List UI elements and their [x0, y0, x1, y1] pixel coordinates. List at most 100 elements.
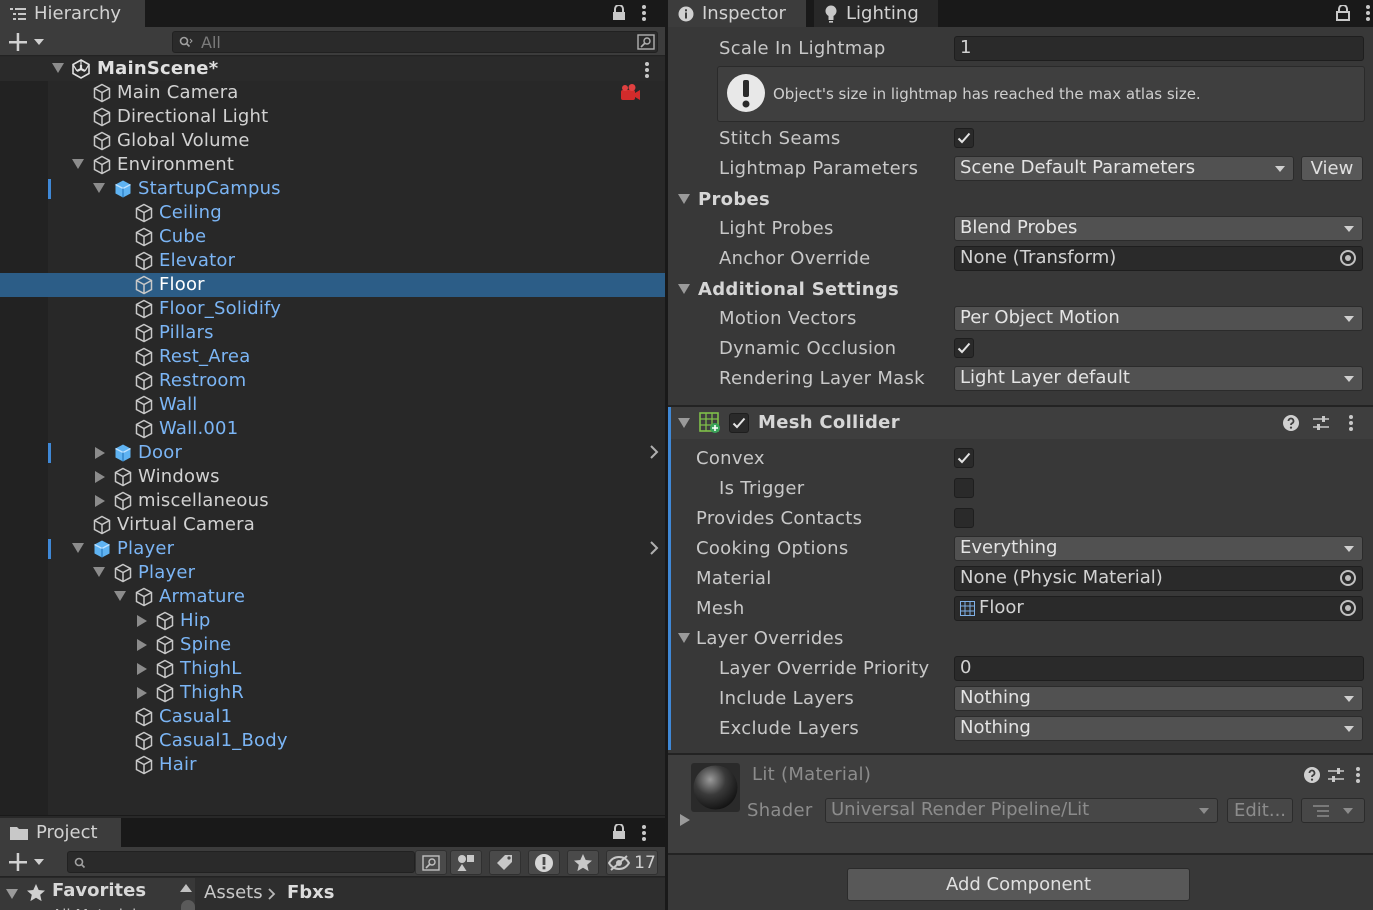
mesh-collider-enabled-checkbox[interactable]	[729, 413, 749, 433]
kebab-menu-icon[interactable]	[641, 824, 647, 842]
additional-settings-header[interactable]: Additional Settings	[698, 279, 899, 301]
layer-override-priority-field[interactable]: 0	[954, 656, 1364, 681]
breadcrumb-assets[interactable]: Assets	[204, 882, 263, 903]
hierarchy-item[interactable]: Environment	[0, 153, 665, 177]
hierarchy-item[interactable]: Hip	[0, 609, 665, 633]
scrollbar-thumb[interactable]	[181, 900, 195, 910]
kebab-menu-icon[interactable]	[1348, 414, 1354, 432]
hierarchy-item[interactable]: Wall	[0, 393, 665, 417]
kebab-menu-icon[interactable]	[1365, 4, 1371, 22]
filter-by-label-button[interactable]	[489, 850, 521, 875]
scale-in-lightmap-field[interactable]: 1	[954, 36, 1364, 61]
kebab-menu-icon[interactable]	[1355, 766, 1361, 784]
foldout-arrow[interactable]	[678, 284, 690, 294]
scroll-up-arrow[interactable]	[180, 884, 192, 892]
object-picker-icon[interactable]	[1340, 600, 1356, 616]
foldout-arrow[interactable]	[137, 663, 147, 675]
exclude-layers-dropdown[interactable]: Nothing	[954, 716, 1363, 741]
preset-sliders-icon[interactable]	[1327, 766, 1345, 784]
help-icon[interactable]	[1282, 414, 1300, 432]
foldout-arrow[interactable]	[52, 63, 64, 73]
hierarchy-item[interactable]: Armature	[0, 585, 665, 609]
object-picker-icon[interactable]	[1340, 570, 1356, 586]
breadcrumb-current[interactable]: Fbxs	[287, 882, 335, 903]
hierarchy-item[interactable]: Ceiling	[0, 201, 665, 225]
hidden-packages-button[interactable]: 17	[606, 850, 658, 875]
search-scene-button[interactable]	[415, 850, 447, 875]
tab-inspector[interactable]: Inspector	[668, 0, 806, 27]
lock-icon[interactable]	[612, 5, 626, 21]
scene-menu-icon[interactable]	[644, 61, 650, 79]
foldout-arrow[interactable]	[93, 567, 105, 577]
chevron-right-icon[interactable]	[649, 444, 659, 460]
hierarchy-item[interactable]: Door	[0, 441, 665, 465]
foldout-arrow[interactable]	[678, 633, 690, 643]
include-layers-dropdown[interactable]: Nothing	[954, 686, 1363, 711]
hierarchy-item[interactable]: Player	[0, 537, 665, 561]
hierarchy-item[interactable]: Pillars	[0, 321, 665, 345]
layer-overrides-header[interactable]: Layer Overrides	[696, 628, 844, 650]
hierarchy-item[interactable]: Floor_Solidify	[0, 297, 665, 321]
hierarchy-item[interactable]: Global Volume	[0, 129, 665, 153]
anchor-override-field[interactable]: None (Transform)	[954, 246, 1363, 271]
shader-dropdown[interactable]: Universal Render Pipeline/Lit	[825, 798, 1218, 823]
foldout-arrow[interactable]	[95, 471, 105, 483]
hierarchy-item[interactable]: Virtual Camera	[0, 513, 665, 537]
hierarchy-item[interactable]: Hair	[0, 753, 665, 777]
shader-menu-button[interactable]	[1301, 798, 1365, 823]
hierarchy-item[interactable]: Directional Light	[0, 105, 665, 129]
foldout-arrow[interactable]	[95, 447, 105, 459]
material-field[interactable]: None (Physic Material)	[954, 566, 1363, 591]
hierarchy-item[interactable]: ThighL	[0, 657, 665, 681]
dynamic-occlusion-checkbox[interactable]	[954, 338, 974, 358]
probes-header[interactable]: Probes	[698, 189, 770, 211]
hierarchy-item[interactable]: Player	[0, 561, 665, 585]
hierarchy-item[interactable]: Elevator	[0, 249, 665, 273]
hierarchy-item[interactable]: Main Camera	[0, 81, 665, 105]
foldout-arrow[interactable]	[137, 687, 147, 699]
hierarchy-item[interactable]: Rest_Area	[0, 345, 665, 369]
favorites-all-materials[interactable]: All Materials	[52, 902, 174, 910]
foldout-arrow[interactable]	[93, 183, 105, 193]
hierarchy-item[interactable]: Casual1	[0, 705, 665, 729]
foldout-arrow[interactable]	[6, 889, 18, 899]
hierarchy-item[interactable]: Restroom	[0, 369, 665, 393]
convex-checkbox[interactable]	[954, 448, 974, 468]
hierarchy-item[interactable]: ThighR	[0, 681, 665, 705]
tab-lighting[interactable]: Lighting	[814, 0, 938, 27]
camera-gizmo-icon[interactable]	[618, 83, 642, 103]
foldout-arrow[interactable]	[72, 159, 84, 169]
hierarchy-item[interactable]: miscellaneous	[0, 489, 665, 513]
help-icon[interactable]	[1303, 766, 1321, 784]
foldout-arrow[interactable]	[680, 814, 690, 826]
hierarchy-item[interactable]: Cube	[0, 225, 665, 249]
motion-vectors-dropdown[interactable]: Per Object Motion	[954, 306, 1363, 331]
object-picker-icon[interactable]	[1340, 250, 1356, 266]
cooking-options-dropdown[interactable]: Everything	[954, 536, 1363, 561]
is-trigger-checkbox[interactable]	[954, 478, 974, 498]
tab-project[interactable]: Project	[0, 818, 121, 847]
preset-sliders-icon[interactable]	[1312, 414, 1330, 432]
filter-by-log-button[interactable]	[528, 850, 560, 875]
project-search-input[interactable]	[67, 851, 415, 873]
provides-contacts-checkbox[interactable]	[954, 508, 974, 528]
kebab-menu-icon[interactable]	[641, 4, 647, 22]
hierarchy-search-input[interactable]: All	[172, 31, 658, 53]
rendering-layer-mask-dropdown[interactable]: Light Layer default	[954, 366, 1363, 391]
hierarchy-item[interactable]: Wall.001	[0, 417, 665, 441]
mesh-field[interactable]: Floor	[954, 596, 1363, 621]
hierarchy-item[interactable]: Casual1_Body	[0, 729, 665, 753]
foldout-arrow[interactable]	[72, 543, 84, 553]
foldout-arrow[interactable]	[137, 615, 147, 627]
lock-icon[interactable]	[612, 824, 626, 840]
tab-hierarchy[interactable]: Hierarchy	[0, 0, 145, 27]
stitch-seams-checkbox[interactable]	[954, 128, 974, 148]
lightmap-parameters-dropdown[interactable]: Scene Default Parameters	[954, 156, 1294, 181]
foldout-arrow[interactable]	[114, 591, 126, 601]
foldout-arrow[interactable]	[137, 639, 147, 651]
material-preview[interactable]	[691, 763, 740, 812]
scene-search-icon[interactable]	[637, 34, 655, 50]
filter-by-type-button[interactable]	[450, 850, 482, 875]
light-probes-dropdown[interactable]: Blend Probes	[954, 216, 1363, 241]
view-button[interactable]: View	[1301, 156, 1363, 181]
